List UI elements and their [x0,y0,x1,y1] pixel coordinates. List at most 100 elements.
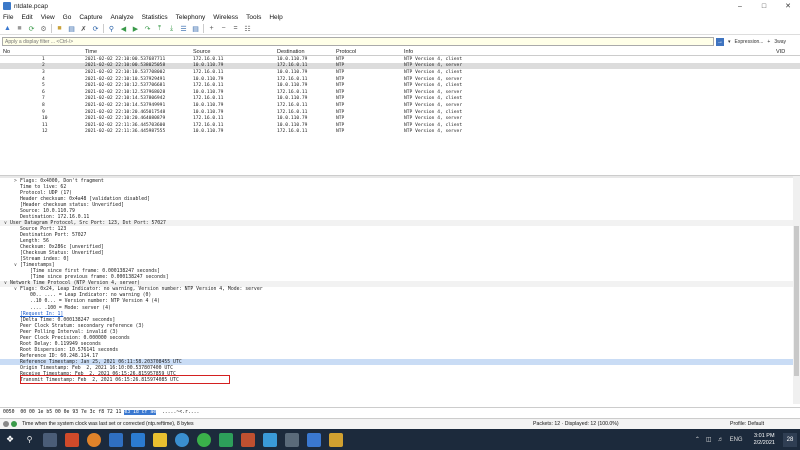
hex-selected-bytes[interactable]: e3 1d cf ae [124,409,157,415]
column-header-destination[interactable]: Destination [277,49,336,55]
menu-statistics[interactable]: Statistics [142,14,168,21]
column-header-source[interactable]: Source [193,49,277,55]
powerpoint-icon[interactable] [241,432,255,447]
menu-view[interactable]: View [41,14,55,21]
table-row[interactable]: 12 2021-02-02 22:11:36.445987555 10.0.110.… [0,129,800,136]
filter-dropdown-icon[interactable]: ▾ [728,39,731,45]
menu-go[interactable]: Go [63,14,72,21]
menu-edit[interactable]: Edit [21,14,32,21]
go-forward-icon[interactable]: ▶ [131,24,140,33]
apply-filter-arrow-icon[interactable]: → [716,37,724,46]
maximize-button[interactable]: □ [752,0,776,12]
display-filter-field[interactable] [2,37,714,46]
find-packet-icon[interactable]: ⚲ [107,24,116,33]
volume-icon[interactable]: ♬ [718,437,724,443]
table-row[interactable]: 7 2021-02-02 22:10:14.537806942 172.16.0.1… [0,96,800,103]
file-explorer-icon[interactable] [153,432,167,447]
cell-no: 6 [42,89,45,95]
hex-ascii[interactable]: .....~<.r.... [162,410,200,415]
table-row[interactable]: 5 2021-02-02 22:10:12.537706681 172.16.0.1… [0,82,800,89]
filter-button-3way[interactable]: 3way [774,39,786,45]
table-row[interactable]: 3 2021-02-02 22:10:10.537708002 172.16.0.1… [0,69,800,76]
autoscroll-icon[interactable]: ☰ [179,24,188,33]
task-view-icon[interactable] [43,432,57,447]
zoom-reset-icon[interactable]: = [231,24,240,33]
clock[interactable]: 3:01 PM 2/2/2021 [754,433,775,447]
column-header-time[interactable]: Time [83,49,193,55]
column-header-vid[interactable]: VID [776,49,800,55]
expert-info-icon[interactable] [3,421,9,427]
cell-no: 7 [42,96,45,102]
resize-columns-icon[interactable]: ☷ [243,24,252,33]
table-row[interactable]: 2 2021-02-02 22:10:00.538025058 10.0.110.7… [0,62,800,70]
menu-tools[interactable]: Tools [246,14,261,21]
menu-capture[interactable]: Capture [79,14,102,21]
add-filter-button[interactable]: + [767,39,770,45]
start-capture-icon[interactable]: ▲ [3,24,12,33]
table-row[interactable]: 8 2021-02-02 22:10:14.537949991 10.0.110.7… [0,102,800,109]
colorize-icon[interactable]: ▤ [191,24,200,33]
close-button[interactable]: ✕ [776,0,800,12]
windows-start-icon[interactable]: ❖ [0,429,20,450]
first-packet-icon[interactable]: ⤒ [155,24,164,33]
table-row[interactable]: 10 2021-02-02 22:10:20.464080879 172.16.0.… [0,115,800,122]
stop-capture-icon[interactable]: ■ [15,24,24,33]
go-to-packet-icon[interactable]: ↷ [143,24,152,33]
menu-analyze[interactable]: Analyze [110,14,133,21]
word-icon[interactable] [109,432,123,447]
notification-center-icon[interactable]: 28 [783,432,797,447]
chevron-up-icon[interactable]: ⌃ [695,436,700,443]
expression-button[interactable]: Expression... [735,39,764,45]
minimize-button[interactable]: – [728,0,752,12]
language-indicator[interactable]: ENG [730,437,743,443]
capture-status-icon[interactable] [11,421,17,427]
menu-file[interactable]: File [3,14,13,21]
column-header-info[interactable]: Info [404,49,776,55]
restart-capture-icon[interactable]: ⟳ [27,24,36,33]
app-icon-2[interactable] [329,432,343,447]
app-icon[interactable] [285,432,299,447]
table-row[interactable]: 4 2021-02-02 22:10:10.537929491 10.0.110.7… [0,76,800,83]
excel-icon[interactable] [219,432,233,447]
office-app-icon[interactable] [65,432,79,447]
edge-icon[interactable] [263,432,277,447]
cell-dst: 10.0.110.79 [277,69,308,75]
firefox-icon[interactable] [87,432,101,447]
internet-explorer-icon[interactable] [175,432,189,447]
chrome-icon[interactable] [197,432,211,447]
details-scrollbar[interactable] [793,176,800,404]
outlook-icon[interactable] [131,432,145,447]
cell-proto: NTP [336,83,345,89]
system-tray: ⌃ ◫ ♬ ENG 3:01 PM 2/2/2021 28 [692,429,800,450]
cell-dst: 172.16.0.11 [277,102,308,108]
hex-bytes[interactable]: 00 00 1e b5 00 0e 93 7e 3c f8 72 11 [20,410,121,415]
column-header-no[interactable]: No [0,49,83,55]
table-row[interactable]: 1 2021-02-02 22:10:00.537687711 172.16.0.1… [0,56,800,63]
last-packet-icon[interactable]: ⤓ [167,24,176,33]
reload-icon[interactable]: ⟳ [91,24,100,33]
menu-wireless[interactable]: Wireless [213,14,238,21]
table-row[interactable]: 6 2021-02-02 22:10:12.537968028 10.0.110.7… [0,89,800,96]
status-bar: Time when the system clock was last set … [0,418,800,429]
details-scrollbar-thumb[interactable] [794,226,799,376]
detail-text: User Datagram Protocol, Src Port: 123, D… [10,220,166,226]
close-file-icon[interactable]: ✗ [79,24,88,33]
display-filter-input[interactable] [5,38,713,45]
zoom-out-icon[interactable]: − [219,24,228,33]
detail-text: Length: 56 [20,238,49,244]
search-icon[interactable]: ⚲ [20,435,39,444]
table-row[interactable]: 9 2021-02-02 22:10:20.465017548 10.0.110.7… [0,109,800,116]
network-icon[interactable]: ◫ [706,436,712,443]
zoom-in-icon[interactable]: + [207,24,216,33]
menu-telephony[interactable]: Telephony [176,14,206,21]
status-profile[interactable]: Profile: Default [730,421,764,427]
go-back-icon[interactable]: ◀ [119,24,128,33]
column-header-protocol[interactable]: Protocol [336,49,404,55]
menu-help[interactable]: Help [269,14,282,21]
wireshark-taskbar-icon[interactable] [307,432,321,447]
open-file-icon[interactable]: ■ [55,24,64,33]
options-gear-icon[interactable]: ⚙ [39,24,48,33]
table-row[interactable]: 11 2021-02-02 22:11:36.445703600 172.16.0.… [0,122,800,129]
save-file-icon[interactable]: ▤ [67,24,76,33]
cell-no: 1 [42,56,45,62]
